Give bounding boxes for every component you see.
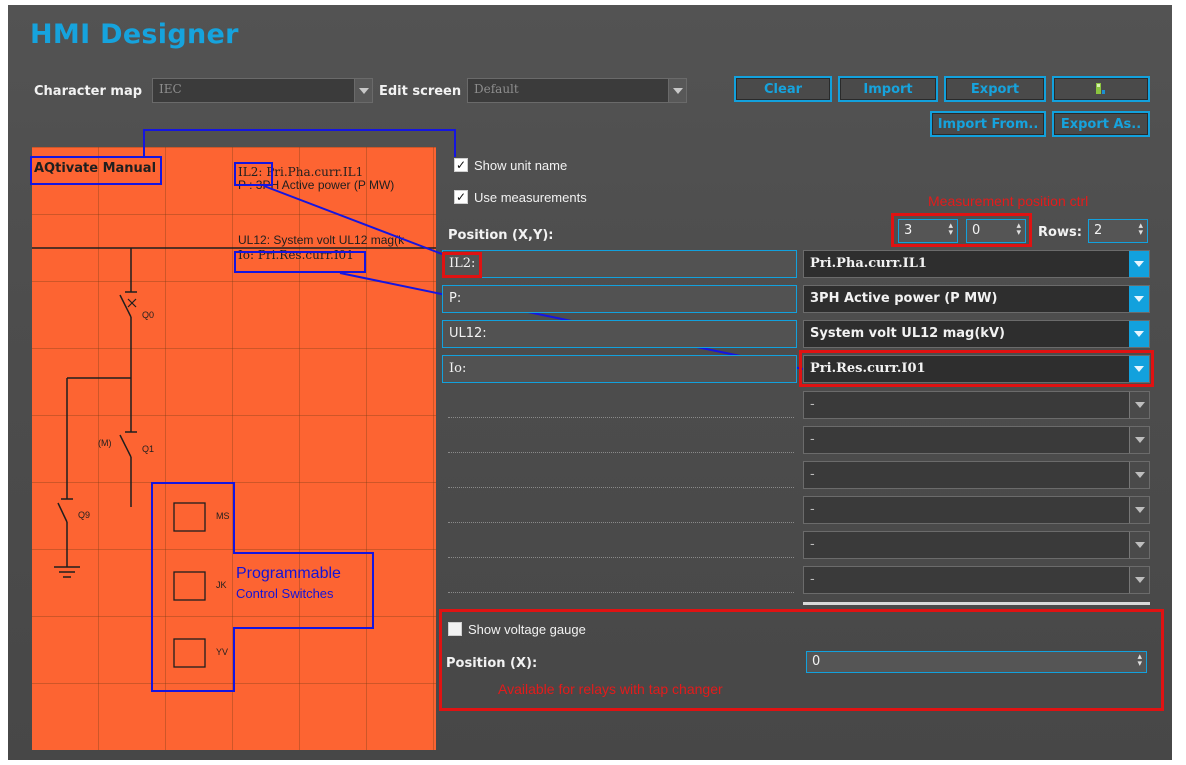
measurement-select-value: - (810, 537, 815, 552)
measurement-select-empty-1[interactable]: - (803, 391, 1150, 419)
spinner-arrows-icon[interactable]: ▴ ▾ (1138, 222, 1143, 238)
spinner-arrows-icon[interactable]: ▴ ▾ (1016, 222, 1021, 238)
list-bottom-divider (803, 602, 1150, 605)
measurement-label-text: Io: (449, 361, 467, 376)
measurement-select-value: - (810, 467, 815, 482)
empty-slot-separator (448, 452, 794, 453)
measurement-select-value: 3PH Active power (P MW) (810, 291, 998, 306)
measurement-label-text: P: (449, 291, 462, 306)
measurement-select-ul12[interactable]: System volt UL12 mag(kV) (803, 320, 1150, 348)
position-y-spinner[interactable]: 0 ▴ ▾ (966, 219, 1026, 243)
measurement-select-value: Pri.Pha.curr.IL1 (810, 256, 927, 271)
measurement-select-empty-5[interactable]: - (803, 531, 1150, 559)
chevron-down-icon[interactable] (1129, 567, 1149, 593)
chevron-down-icon[interactable] (1129, 392, 1149, 418)
position-x-value: 3 (904, 223, 913, 238)
rows-label: Rows: (1038, 225, 1082, 240)
chevron-down-icon[interactable] (1129, 427, 1149, 453)
rows-spinner[interactable]: 2 ▴ ▾ (1088, 219, 1148, 243)
programmable-annotation-line2: Control Switches (236, 586, 334, 601)
position-y-value: 0 (972, 223, 981, 238)
measurement-select-value: - (810, 502, 815, 517)
chevron-down-icon[interactable] (1129, 462, 1149, 488)
spinner-arrows-icon[interactable]: ▴ ▾ (948, 222, 953, 238)
spinner-arrows-icon[interactable]: ▴ ▾ (1137, 653, 1142, 669)
chevron-down-icon[interactable] (1129, 497, 1149, 523)
show-voltage-gauge-label: Show voltage gauge (468, 622, 586, 637)
check-icon: ✓ (455, 190, 467, 204)
measurement-select-value: - (810, 572, 815, 587)
chevron-down-icon[interactable] (1129, 532, 1149, 558)
measurement-select-value: System volt UL12 mag(kV) (810, 326, 1005, 341)
empty-slot-separator (448, 592, 794, 593)
empty-slot-separator (448, 487, 794, 488)
show-voltage-gauge-checkbox[interactable] (448, 622, 462, 636)
measurement-label-field-p[interactable]: P: (442, 285, 797, 313)
measurement-select-il2[interactable]: Pri.Pha.curr.IL1 (803, 250, 1150, 278)
empty-slot-separator (448, 522, 794, 523)
programmable-annotation-line1: Programmable (236, 565, 341, 582)
rows-value: 2 (1094, 223, 1103, 238)
empty-slot-separator (448, 557, 794, 558)
voltage-position-value: 0 (812, 654, 821, 669)
check-icon: ✓ (455, 158, 467, 172)
chevron-down-icon[interactable] (1129, 286, 1149, 312)
measurement-label-text: UL12: (449, 326, 487, 341)
show-unit-name-label: Show unit name (474, 158, 568, 173)
measurement-select-p[interactable]: 3PH Active power (P MW) (803, 285, 1150, 313)
position-xy-label: Position (X,Y): (448, 228, 554, 243)
position-x-spinner[interactable]: 3 ▴ ▾ (898, 219, 958, 243)
measurement-select-value: - (810, 397, 815, 412)
measurement-select-value: - (810, 432, 815, 447)
use-measurements-label: Use measurements (474, 190, 587, 205)
measurement-label-field-il2[interactable]: IL2: (442, 250, 797, 278)
chevron-down-icon[interactable] (1129, 321, 1149, 347)
measurement-select-empty-4[interactable]: - (803, 496, 1150, 524)
show-unit-name-checkbox[interactable]: ✓ (454, 158, 468, 172)
measurement-select-empty-2[interactable]: - (803, 426, 1150, 454)
measurement-select-empty-3[interactable]: - (803, 461, 1150, 489)
voltage-position-label: Position (X): (446, 656, 538, 671)
voltage-position-spinner[interactable]: 0 ▴ ▾ (806, 651, 1147, 673)
measurement-label-field-ul12[interactable]: UL12: (442, 320, 797, 348)
io-red-highlight (799, 350, 1154, 387)
chevron-down-icon[interactable] (1129, 251, 1149, 277)
il2-red-highlight (442, 252, 482, 278)
use-measurements-checkbox[interactable]: ✓ (454, 190, 468, 204)
measurement-ctrl-annotation: Measurement position ctrl (928, 193, 1089, 209)
tap-changer-annotation: Available for relays with tap changer (498, 681, 723, 697)
hmi-designer-window: HMI Designer Character map IEC Edit scre… (8, 5, 1172, 760)
empty-slot-separator (448, 417, 794, 418)
measurement-select-empty-6[interactable]: - (803, 566, 1150, 594)
measurement-label-field-io[interactable]: Io: (442, 355, 797, 383)
